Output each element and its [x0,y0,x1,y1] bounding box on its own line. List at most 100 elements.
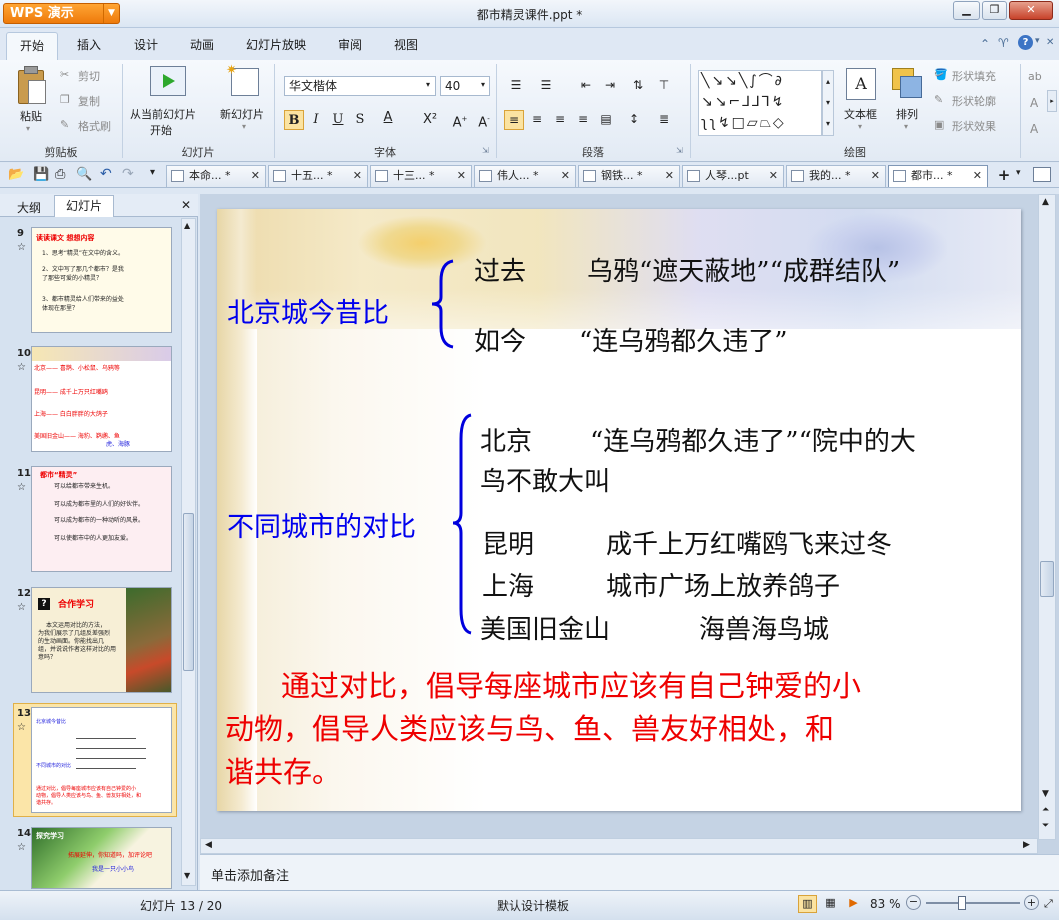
double-arrow-shape-icon[interactable]: ↘ [715,94,729,110]
slideshow-icon[interactable]: ▶ [844,895,863,913]
new-slide-dropdown-icon[interactable]: ▾ [242,122,246,131]
text-direction-icon[interactable]: ⇅ [628,76,648,96]
elbow-connector-icon[interactable]: ⅃ [742,94,752,110]
minimize-button[interactable]: ▁ [953,1,980,20]
double-arrow-shape-icon[interactable]: ↘ [725,73,739,89]
ribbon-scroll-right[interactable]: ▸ [1047,90,1057,112]
play-from-current-button[interactable]: 从当前幻灯片 [130,106,196,122]
new-slide-icon[interactable]: ✷ [226,63,259,96]
collapse-ribbon-icon[interactable]: ⌃ [980,37,990,51]
new-slide-button[interactable]: 新幻灯片 [220,106,264,122]
shrink-font-icon[interactable]: A- [474,110,494,130]
doc-tab[interactable]: 十五... * ✕ [268,165,368,187]
curved-double-arrow-icon[interactable]: ʅ [709,115,717,131]
bullets-icon[interactable]: ☰ [506,76,526,96]
doc-tab[interactable]: 本命... * ✕ [166,165,266,187]
align-center-icon[interactable]: ≡ [527,110,547,130]
curve-shape-icon[interactable]: ∫ [749,73,758,89]
help-icon[interactable]: ? [1018,35,1033,50]
panel-scrollbar[interactable]: ▲ ▼ [181,218,196,886]
rectangle-shape-icon[interactable]: □ [732,115,747,131]
fit-window-icon[interactable]: ⤢ [1044,897,1053,911]
scroll-right-icon[interactable]: ▶ [1023,840,1030,850]
slide-thumbnail-selected[interactable]: 北京城今昔比 不同城市的对比 通过对比，倡导每座城市应该有自己钟爱的小 动物，倡… [31,707,172,813]
scroll-up-icon[interactable]: ▲ [184,221,190,230]
scroll-thumb[interactable] [1040,561,1054,597]
play-from-current-icon[interactable] [150,66,186,96]
tab-insert[interactable]: 插入 [77,36,101,53]
underline-button[interactable]: U [328,110,348,130]
shadow-button[interactable]: S [350,110,370,130]
scroll-down-icon[interactable]: ▼ [184,871,190,880]
arrange-dropdown-icon[interactable]: ▾ [904,122,908,131]
slide-thumbnail[interactable]: ? 合作学习 本文运用对比的方法， 为我们展示了几组反差强烈 的生动画面。你能找… [31,587,172,693]
close-window-button[interactable]: ✕ [1009,1,1053,20]
tab-review[interactable]: 审阅 [338,36,362,53]
elbow-double-arrow-icon[interactable]: ⅂ [762,94,772,110]
slide-canvas[interactable]: 北京城今昔比 过去 乌鸦“遮天蔽地”“成群结队” 如今 “连乌鸦都久违了” 不同… [217,209,1021,811]
elbow-connector-icon[interactable]: ⌐ [728,94,742,110]
doc-tab-active[interactable]: 都市... * ✕ [888,165,988,187]
align-text-icon[interactable]: ⊤ [654,76,674,96]
close-tab-icon[interactable]: ✕ [251,166,260,186]
scroll-left-icon[interactable]: ◀ [205,840,212,850]
line-spacing-icon[interactable]: ↕ [624,110,644,130]
doc-tab[interactable]: 我的... * ✕ [786,165,886,187]
wordart-icon[interactable]: ab [1028,70,1042,83]
slide-scrollbar[interactable]: ▲ ▼ ⏶ ⏷ [1038,194,1056,840]
slide-thumbnail[interactable]: 读读课文 想想内容 1、思考“精灵”在文中的含义。 2、文中写了那几个都市？是我… [31,227,172,333]
open-file-icon[interactable]: 📂 [8,167,24,182]
close-tab-icon[interactable]: ✕ [665,166,674,186]
textbox-icon[interactable]: A [846,68,876,100]
diamond-shape-icon[interactable]: ◇ [773,115,786,131]
font-name-field[interactable]: 华文楷体 [284,76,436,96]
line-shape-icon[interactable]: ╲ [701,73,711,89]
tab-animation[interactable]: 动画 [190,36,214,53]
print-preview-icon[interactable]: 🔍 [76,167,92,182]
slide-sorter-icon[interactable]: ▦ [821,895,840,913]
tab-slideshow[interactable]: 幻灯片放映 [246,36,306,53]
close-tab-icon[interactable]: ✕ [973,166,982,186]
close-panel-icon[interactable]: ✕ [181,198,191,212]
print-icon[interactable]: ⎙ [55,167,65,182]
normal-view-icon[interactable]: ▥ [798,895,817,913]
new-tab-icon[interactable]: + [993,166,1015,185]
shapes-scroll[interactable]: ▴ ▾ ▾ [822,70,834,136]
textbox-button[interactable]: 文本框 [844,106,877,122]
tab-list-dropdown-icon[interactable]: ▾ [1016,168,1021,178]
slide-thumbnail[interactable]: 北京—— 喜鹊、小松鼠、乌鸦等 昆明—— 成千上万只红嘴鸥 上海—— 白白胖胖的… [31,346,172,452]
grow-font-icon[interactable]: A+ [450,110,470,130]
parallelogram-shape-icon[interactable]: ▱ [747,115,760,131]
columns-icon[interactable]: ≣ [654,110,674,130]
font-name-dropdown-icon[interactable]: ▾ [426,80,430,89]
trapezoid-shape-icon[interactable]: ⏢ [760,115,773,131]
align-left-icon[interactable]: ≡ [504,110,524,130]
paste-icon[interactable] [14,66,48,108]
skin-icon[interactable]: ♈ [998,36,1009,50]
notes-pane[interactable]: 单击添加备注 [200,854,1059,890]
paste-button[interactable]: 粘贴 [20,108,42,124]
arrow-shape-icon[interactable]: ↘ [701,94,715,110]
scroll-up-icon[interactable]: ▲ [1042,197,1049,207]
curved-connector-icon[interactable]: ↯ [772,94,786,110]
ribbon-close-icon[interactable]: ✕ [1046,37,1054,48]
text-fill-icon[interactable]: A [1030,96,1038,110]
maximize-button[interactable]: ❐ [982,1,1007,20]
close-tab-icon[interactable]: ✕ [769,166,778,186]
redo-icon[interactable]: ↷ [122,166,134,182]
save-icon[interactable]: 💾 [33,167,49,182]
help-dropdown-icon[interactable]: ▾ [1035,36,1040,46]
shape-effect-button[interactable]: 形状效果 [952,118,996,134]
copy-button[interactable]: 复制 [78,93,100,109]
format-painter-button[interactable]: 格式刷 [78,118,111,134]
previous-slide-icon[interactable]: ⏶ [1042,805,1049,815]
undo-icon[interactable]: ↶ [100,166,112,182]
line-shape-icon[interactable]: ╲ [739,73,749,89]
shape-fill-button[interactable]: 形状填充 [952,68,996,84]
slide-thumbnail[interactable]: 探究学习 拓展延伸，你知道吗，加评论吧 我是一只小小鸟 [31,827,172,889]
text-outline-icon[interactable]: A [1030,122,1038,136]
scribble-shape-icon[interactable]: ∂ [775,73,784,89]
close-tab-icon[interactable]: ✕ [871,166,880,186]
elbow-arrow-icon[interactable]: ⅃ [752,94,762,110]
arrange-button[interactable]: 排列 [896,106,918,122]
